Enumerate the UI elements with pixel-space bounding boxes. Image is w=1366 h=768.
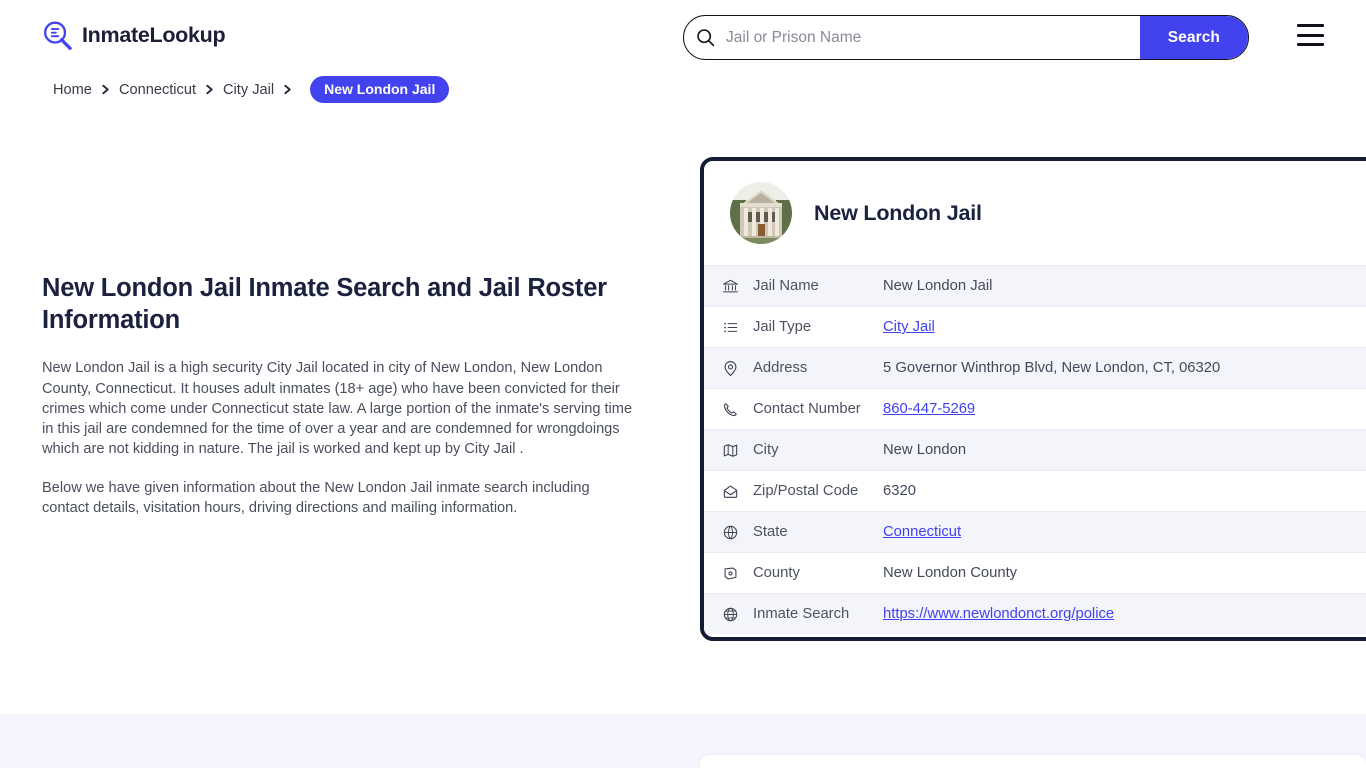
breadcrumb: Home Connecticut City Jail New London Ja… [53,76,449,103]
bank-building-icon [722,278,753,295]
map-icon [722,442,753,459]
phone-icon [722,401,753,418]
jail-type-link[interactable]: City Jail [883,319,935,335]
table-row: County New London County [704,552,1366,593]
row-label: Jail Name [753,278,883,294]
row-label: Zip/Postal Code [753,483,883,499]
breadcrumb-item-current: New London Jail [310,76,449,103]
courthouse-photo-avatar [730,182,792,244]
brand-logo[interactable]: InmateLookup [42,20,225,51]
table-row: State Connecticut [704,511,1366,552]
list-icon [722,319,753,336]
globe-icon [722,606,753,623]
row-label: Inmate Search [753,606,883,622]
search-icon [684,16,726,59]
row-label: Jail Type [753,319,883,335]
row-value: 860-447-5269 [883,401,975,417]
county-icon [722,565,753,582]
breadcrumb-item-city-jail[interactable]: City Jail [223,82,274,98]
hamburger-bar [1297,34,1324,37]
state-link[interactable]: Connecticut [883,524,961,540]
jail-info-table: Jail Name New London Jail Jail Type [704,265,1366,634]
chevron-right-icon [205,84,214,95]
chevron-right-icon [283,84,292,95]
table-row: Jail Name New London Jail [704,265,1366,306]
search-bar[interactable]: Search [683,15,1249,60]
breadcrumb-item-connecticut[interactable]: Connecticut [119,82,196,98]
globe-pin-icon [722,524,753,541]
hamburger-bar [1297,24,1324,27]
row-value: New London Jail [883,278,992,294]
main-content-column: New London Jail Inmate Search and Jail R… [42,272,640,536]
breadcrumb-item-home[interactable]: Home [53,82,92,98]
row-value: 5 Governor Winthrop Blvd, New London, CT… [883,360,1220,376]
jail-card-title: New London Jail [814,201,982,226]
brand-name: InmateLookup [82,25,225,47]
table-row: City New London [704,429,1366,470]
row-value: City Jail [883,319,935,335]
table-row: Contact Number 860-447-5269 [704,388,1366,429]
description-paragraph-1: New London Jail is a high security City … [42,358,640,459]
table-row: Inmate Search https://www.newlondonct.or… [704,593,1366,634]
table-row: Jail Type City Jail [704,306,1366,347]
table-row: Address 5 Governor Winthrop Blvd, New Lo… [704,347,1366,388]
map-pin-icon [722,360,753,377]
row-value: New London [883,442,966,458]
row-value: Connecticut [883,524,961,540]
row-label: Address [753,360,883,376]
hamburger-menu-icon[interactable] [1297,24,1324,46]
row-value: New London County [883,565,1017,581]
search-input[interactable] [726,16,1140,59]
jail-info-card-header: New London Jail [704,161,1366,265]
site-header: InmateLookup Search [0,0,1366,72]
row-label: Contact Number [753,401,883,417]
jail-info-card: New London Jail Jail Name New London Jai [700,157,1366,641]
page-title: New London Jail Inmate Search and Jail R… [42,272,640,336]
chevron-right-icon [101,84,110,95]
row-value: 6320 [883,483,916,499]
search-button[interactable]: Search [1140,16,1248,59]
row-value: https://www.newlondonct.org/police [883,606,1114,622]
envelope-open-icon [722,483,753,500]
row-label: County [753,565,883,581]
hamburger-bar [1297,43,1324,46]
row-label: City [753,442,883,458]
description-paragraph-2: Below we have given information about th… [42,478,640,519]
magnifier-list-icon [42,20,73,51]
inmate-search-link[interactable]: https://www.newlondonct.org/police [883,606,1114,622]
row-label: State [753,524,883,540]
contact-number-link[interactable]: 860-447-5269 [883,401,975,417]
page-root: InmateLookup Search Home Connectic [0,0,1366,768]
bottom-section-card [700,755,1366,768]
table-row: Zip/Postal Code 6320 [704,470,1366,511]
